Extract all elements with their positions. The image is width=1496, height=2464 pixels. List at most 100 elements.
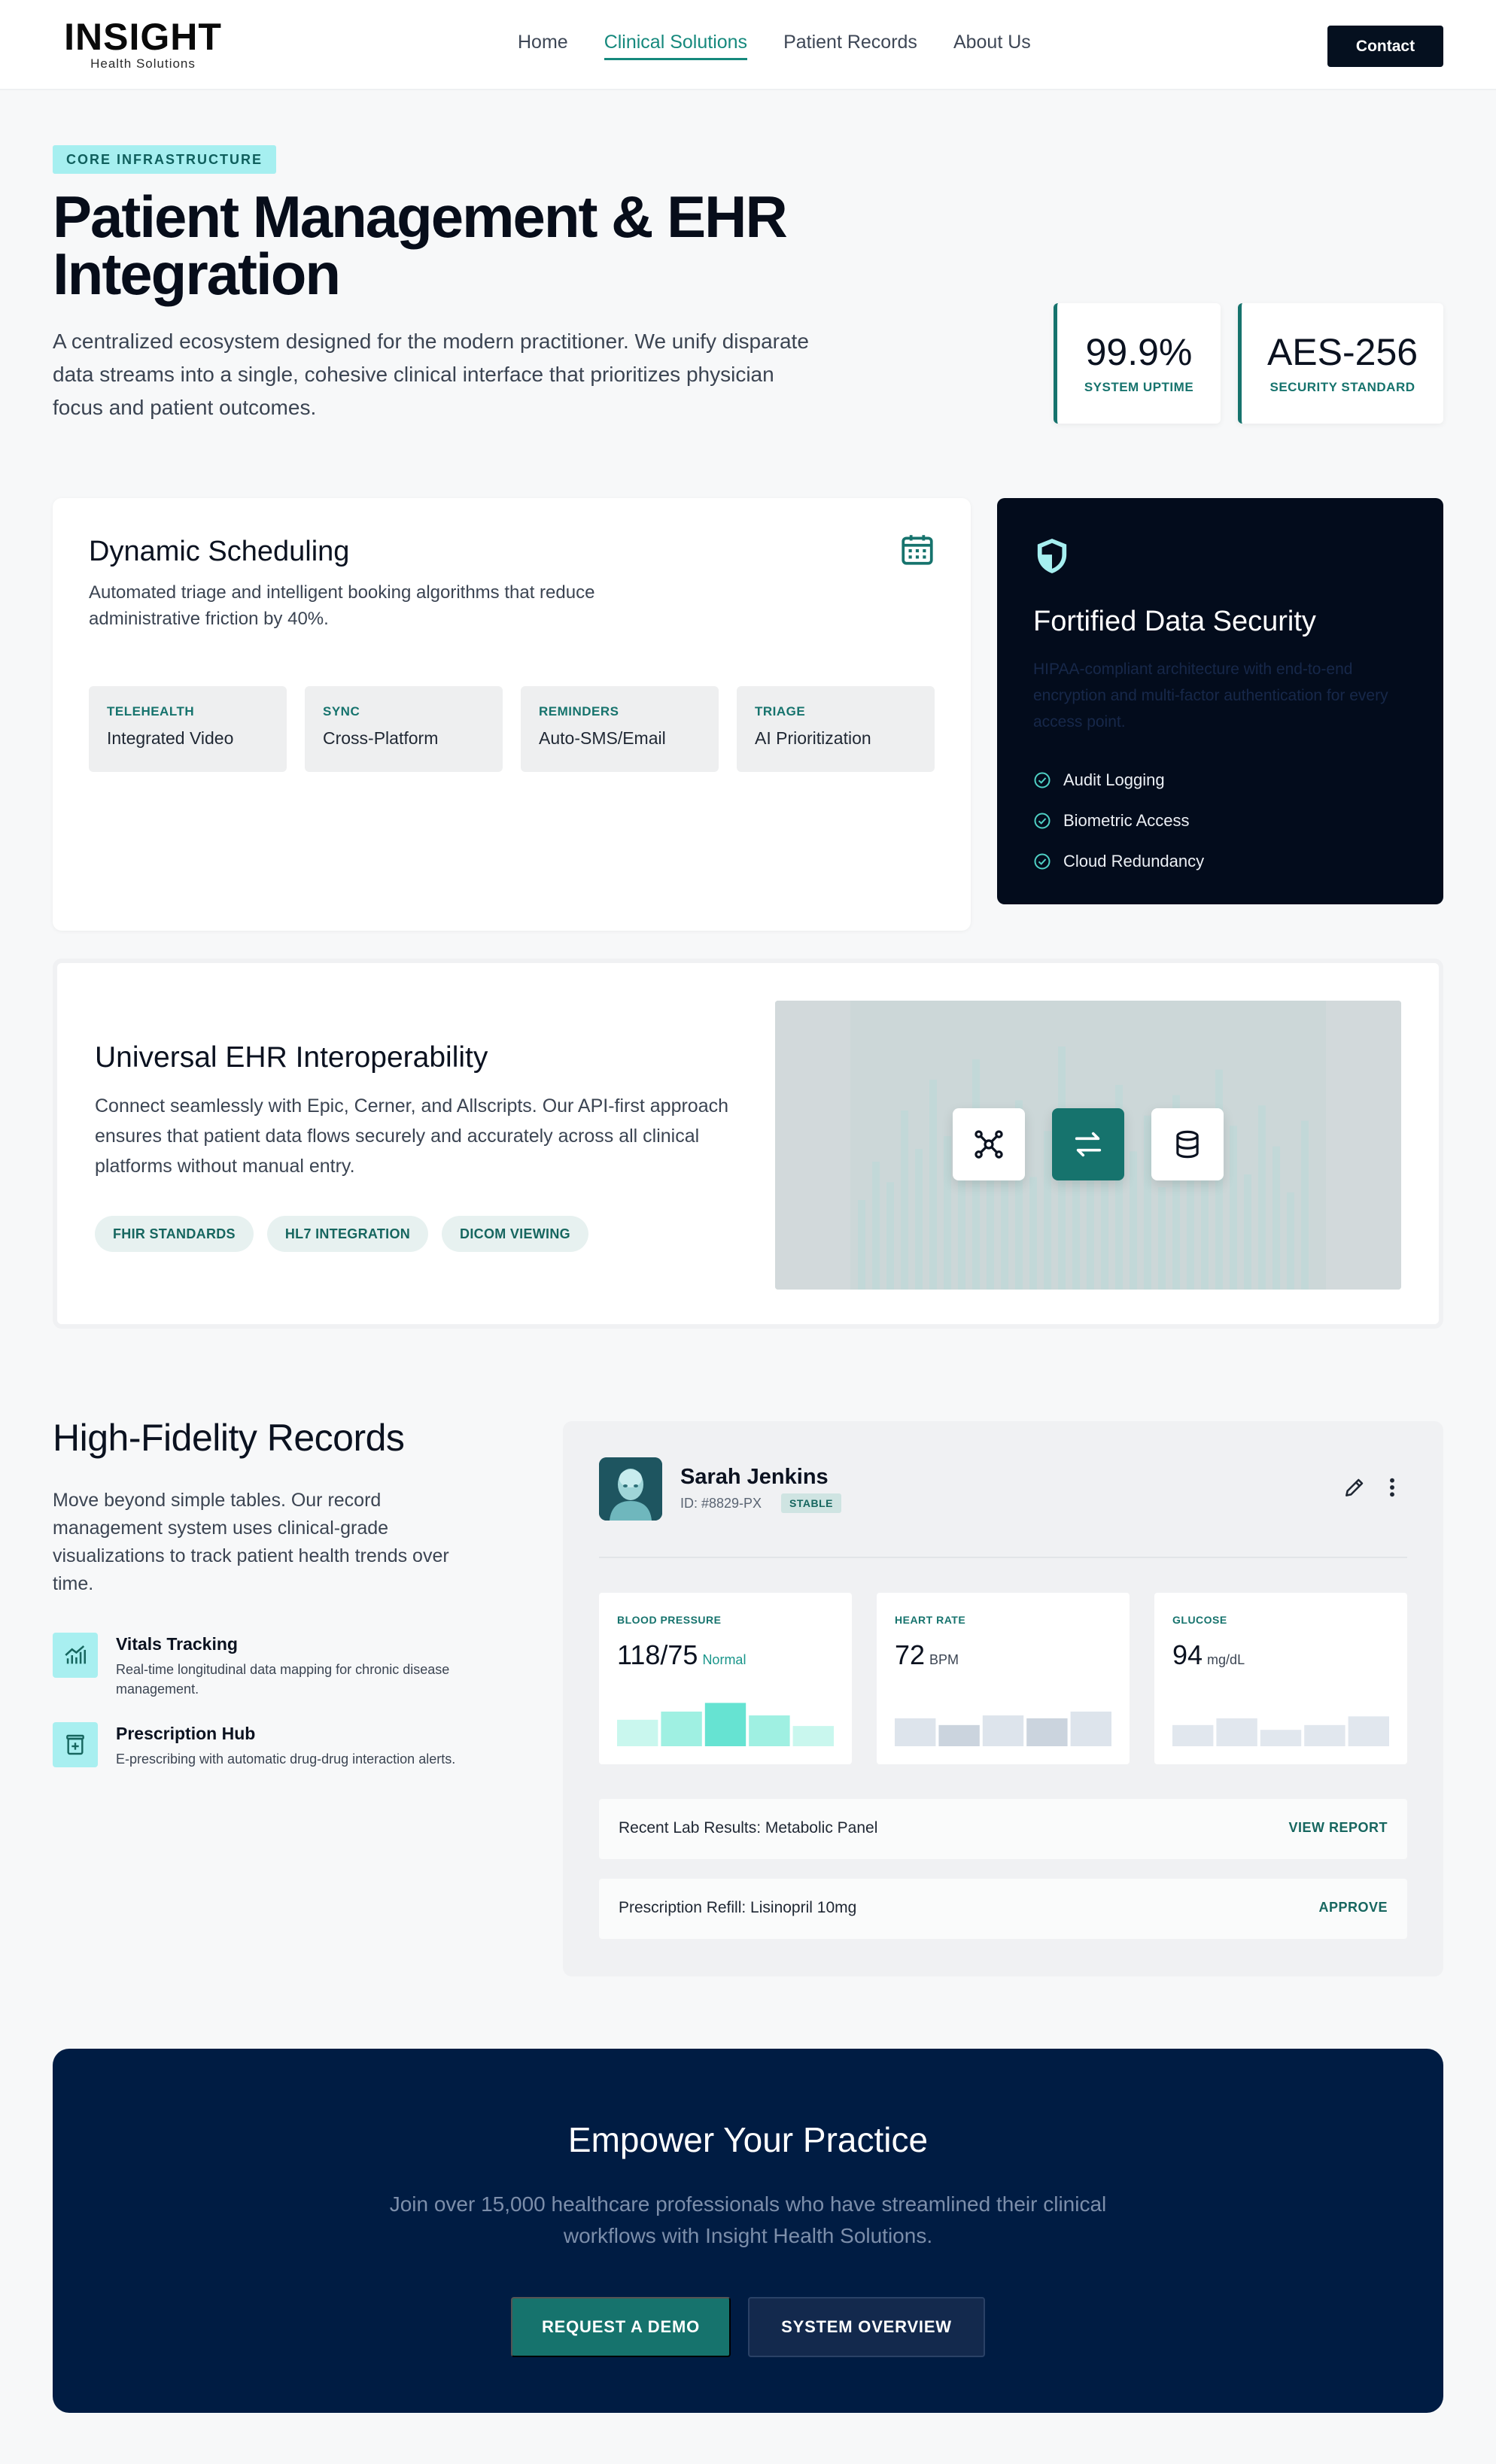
calendar-icon (902, 535, 933, 565)
security-card: Fortified Data Security HIPAA-compliant … (997, 498, 1443, 904)
feature-description: Real-time longitudinal data mapping for … (116, 1662, 450, 1697)
swap-icon-tile (1052, 1108, 1124, 1180)
feature-chip-value: AI Prioritization (755, 728, 871, 748)
check-circle-icon (1034, 772, 1051, 788)
divider (599, 1557, 1407, 1558)
hero-description: A centralized ecosystem designed for the… (53, 330, 809, 419)
prescription-icon-tile (53, 1722, 98, 1767)
tag-fhir: FHIR STANDARDS (95, 1216, 254, 1252)
records-title: High-Fidelity Records (53, 1417, 405, 1459)
feature-title: Vitals Tracking (116, 1634, 238, 1654)
vital-trend-bar (1348, 1716, 1389, 1746)
avatar-portrait-graphic (599, 1457, 662, 1521)
vital-card-blood-pressure: BLOOD PRESSURE 118/75 Normal (599, 1593, 852, 1764)
pencil-icon[interactable] (1342, 1475, 1367, 1499)
vital-unit: BPM (929, 1652, 959, 1667)
scheduling-features: TELEHEALTH Integrated Video SYNC Cross-P… (89, 686, 935, 772)
vital-trend-bar (792, 1726, 834, 1746)
vital-trend-bar (1216, 1718, 1257, 1746)
stat-security-label: SECURITY STANDARD (1269, 380, 1415, 394)
stat-security: AES-256 SECURITY STANDARD (1238, 303, 1443, 424)
cta-description: Join over 15,000 healthcare professional… (389, 2192, 1107, 2247)
feature-chip: REMINDERS Auto-SMS/Email (521, 686, 719, 772)
nav-home[interactable]: Home (518, 32, 568, 60)
vital-value: 72 BPM (895, 1639, 959, 1671)
vital-number: 118/75 (617, 1639, 698, 1670)
vital-trend-bar (1304, 1724, 1345, 1746)
main-nav: Home Clinical Solutions Patient Records … (518, 32, 1031, 60)
logo-tagline: Health Solutions (90, 56, 196, 71)
list-item: Cloud Redundancy (1033, 841, 1204, 882)
feature-chip-label: TRIAGE (755, 704, 806, 719)
site-header: INSIGHT Health Solutions Home Clinical S… (0, 0, 1496, 90)
standards-tags: FHIR STANDARDS HL7 INTEGRATION DICOM VIE… (95, 1216, 588, 1252)
stat-uptime-value: 99.9% (1085, 331, 1193, 373)
list-item-text: Prescription Refill: Lisinopril 10mg (619, 1899, 857, 1916)
cta-banner: Empower Your Practice Join over 15,000 h… (53, 2049, 1443, 2413)
vital-value: 94 mg/dL (1172, 1639, 1245, 1671)
patient-name: Sarah Jenkins (680, 1465, 829, 1489)
vital-trend-bar (982, 1715, 1024, 1746)
vital-trend-bar (1070, 1711, 1111, 1746)
stat-uptime-label: SYSTEM UPTIME (1084, 380, 1194, 394)
page-title: Patient Management & EHR Integration (53, 187, 880, 303)
list-item-lab-results: Recent Lab Results: Metabolic Panel VIEW… (599, 1799, 1407, 1859)
cta-title: Empower Your Practice (567, 2120, 929, 2159)
security-item-label: Biometric Access (1063, 811, 1190, 830)
status-badge: STABLE (781, 1493, 841, 1513)
stat-uptime: 99.9% SYSTEM UPTIME (1054, 303, 1221, 424)
vital-number: 94 (1172, 1639, 1203, 1670)
feature-chip-label: REMINDERS (539, 704, 619, 719)
security-item-label: Cloud Redundancy (1063, 852, 1205, 870)
feature-description: E-prescribing with automatic drug-drug i… (116, 1752, 456, 1767)
interoperability-card: Universal EHR Interoperability Connect s… (53, 959, 1443, 1329)
nav-about-us[interactable]: About Us (953, 32, 1031, 60)
feature-chip-value: Integrated Video (107, 728, 234, 748)
vital-trend-bars (1172, 1716, 1389, 1746)
chart-icon-tile (53, 1633, 98, 1678)
vital-trend-bar (895, 1718, 936, 1746)
feature-chip: SYNC Cross-Platform (305, 686, 503, 772)
security-description: HIPAA-compliant architecture with end-to… (1033, 661, 1388, 731)
vital-trend-bar (704, 1703, 746, 1746)
feature-chip-value: Auto-SMS/Email (539, 728, 666, 748)
stat-security-value: AES-256 (1266, 331, 1418, 373)
more-vertical-icon[interactable] (1383, 1475, 1401, 1499)
nav-clinical-solutions[interactable]: Clinical Solutions (604, 32, 748, 60)
logo-wordmark: INSIGHT (64, 16, 222, 58)
contact-button[interactable]: Contact (1327, 26, 1443, 67)
interoperability-title: Universal EHR Interoperability (95, 1041, 488, 1074)
scheduling-card: Dynamic Scheduling Automated triage and … (53, 498, 971, 931)
feature-chip-value: Cross-Platform (323, 728, 439, 748)
view-report-link[interactable]: VIEW REPORT (1288, 1820, 1388, 1836)
vital-unit: mg/dL (1207, 1652, 1245, 1667)
network-icon-tile (953, 1108, 1025, 1180)
list-item: Biometric Access (1033, 801, 1204, 841)
database-icon (1176, 1130, 1199, 1159)
page-title-line-2: Integration (53, 241, 341, 307)
network-icon (975, 1130, 1003, 1159)
check-circle-icon (1034, 853, 1051, 870)
feature-chip: TELEHEALTH Integrated Video (89, 686, 287, 772)
prescription-icon (66, 1734, 84, 1755)
scheduling-title: Dynamic Scheduling (89, 536, 350, 567)
nav-patient-records[interactable]: Patient Records (783, 32, 917, 60)
swap-icon (1075, 1132, 1102, 1157)
vital-trend-bar (749, 1715, 790, 1746)
security-features: Audit Logging Biometric Access Cloud Red… (1033, 760, 1204, 882)
system-overview-button[interactable]: SYSTEM OVERVIEW (748, 2297, 985, 2357)
feature-chip-label: TELEHEALTH (107, 704, 195, 719)
vital-label: BLOOD PRESSURE (617, 1614, 722, 1626)
vital-label: GLUCOSE (1172, 1614, 1227, 1626)
scheduling-description: Automated triage and intelligent booking… (89, 582, 595, 629)
vital-number: 72 (895, 1639, 926, 1670)
request-demo-button[interactable]: REQUEST A DEMO (511, 2297, 731, 2357)
shield-icon (1037, 539, 1067, 573)
vital-trend-bars (895, 1711, 1111, 1746)
logo[interactable]: INSIGHT Health Solutions (53, 18, 233, 71)
vital-trend-bar (1260, 1730, 1302, 1746)
vital-trend-bar (1026, 1718, 1068, 1746)
vital-value: 118/75 Normal (617, 1639, 746, 1671)
approve-link[interactable]: APPROVE (1318, 1900, 1388, 1916)
patient-record-panel: Sarah Jenkins ID: #8829-PX STABLE BLOOD … (563, 1421, 1443, 1976)
